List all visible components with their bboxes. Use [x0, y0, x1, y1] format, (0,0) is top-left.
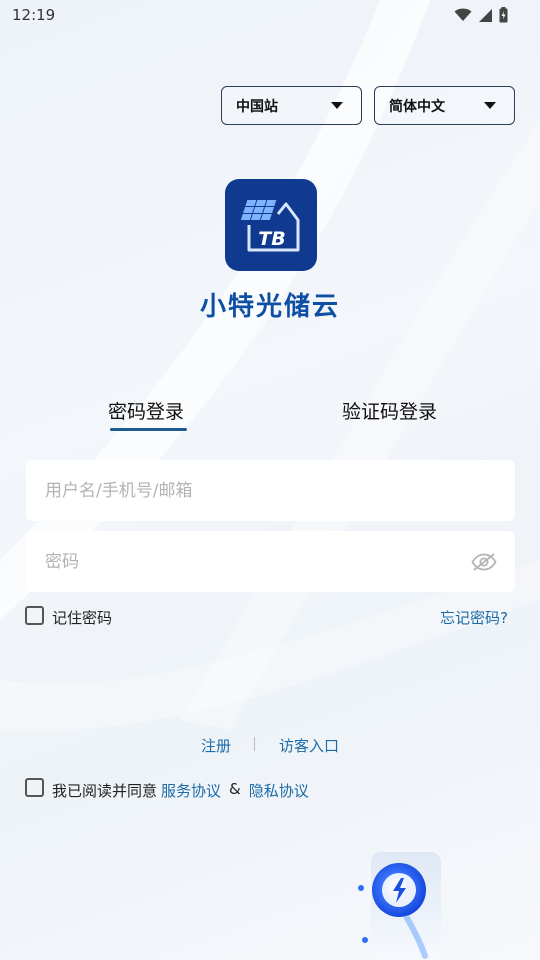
- agreement-text: 我已阅读并同意 服务协议 & 隐私协议: [52, 780, 309, 801]
- floating-assistant-icon[interactable]: [355, 852, 455, 960]
- link-divider: [254, 737, 255, 751]
- remember-password-label: 记住密码: [52, 609, 113, 627]
- app-name: 小特光储云: [199, 292, 340, 322]
- logo-badge-text: TB: [258, 228, 285, 250]
- forgot-password-link[interactable]: 忘记密码?: [440, 607, 508, 628]
- service-agreement-link[interactable]: 服务协议: [161, 780, 221, 801]
- tab-code-login[interactable]: 验证码登录: [342, 397, 437, 424]
- privacy-policy-link[interactable]: 隐私协议: [249, 780, 309, 801]
- signal-icon: [479, 8, 492, 22]
- register-link[interactable]: 注册: [201, 735, 231, 756]
- remember-password-checkbox[interactable]: [25, 606, 44, 625]
- username-field[interactable]: [26, 460, 515, 521]
- language-selector-label: 简体中文: [389, 98, 445, 115]
- site-selector-label: 中国站: [236, 98, 278, 115]
- site-selector[interactable]: 中国站: [221, 86, 362, 125]
- chevron-down-icon: [331, 102, 343, 109]
- password-input[interactable]: [45, 551, 471, 572]
- language-selector[interactable]: 简体中文: [374, 86, 515, 125]
- app-logo: TB: [225, 179, 317, 271]
- agreement-checkbox[interactable]: [25, 778, 44, 797]
- chevron-down-icon: [484, 102, 496, 109]
- active-tab-indicator: [110, 428, 187, 431]
- eye-off-icon[interactable]: [471, 552, 497, 572]
- tab-password-login[interactable]: 密码登录: [108, 397, 184, 424]
- solar-house-icon: TB: [240, 200, 300, 252]
- agreement-prefix: 我已阅读并同意: [52, 782, 158, 800]
- agreement-ampersand: &: [229, 780, 241, 798]
- status-bar: 12:19: [0, 0, 540, 30]
- wifi-icon: [454, 8, 472, 21]
- password-field[interactable]: [26, 531, 515, 592]
- status-time: 12:19: [12, 6, 56, 24]
- visitor-entry-link[interactable]: 访客入口: [279, 735, 339, 756]
- status-icons: [454, 7, 508, 23]
- battery-icon: [499, 7, 508, 23]
- username-input[interactable]: [45, 480, 497, 501]
